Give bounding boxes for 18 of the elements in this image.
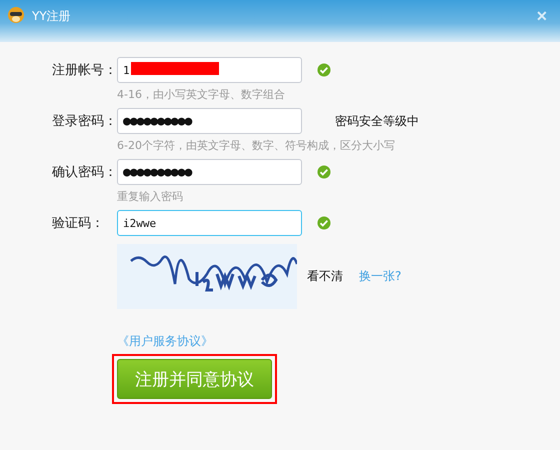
field-label: 确认密码：: [52, 164, 117, 181]
field-value: ●●●●●●●●●●: [123, 164, 192, 180]
field-label: 验证码：: [52, 215, 105, 232]
input-field[interactable]: 1: [117, 57, 302, 83]
hint-text: 重复输入密码: [117, 189, 184, 205]
field-value: ●●●●●●●●●●: [123, 114, 192, 128]
hint-text: 6-20个字符，由英文字母、数字、符号构成，区分大小写: [117, 138, 396, 154]
field-label: 注册帐号：: [52, 62, 117, 79]
field-value: 1: [123, 64, 130, 76]
input-field[interactable]: i2wwe: [117, 210, 302, 236]
field-label: 登录密码：: [52, 113, 117, 130]
input-field[interactable]: ●●●●●●●●●●: [117, 159, 302, 185]
window-title: YY注册: [32, 8, 71, 25]
input-field[interactable]: ●●●●●●●●●●: [117, 108, 302, 134]
strength-text: 密码安全等级中: [335, 112, 419, 130]
hint-text: 4-16，由小写英文字母、数字组合: [117, 87, 286, 103]
field-value: i2wwe: [123, 216, 156, 230]
unclear-text: 看不清: [307, 268, 343, 285]
